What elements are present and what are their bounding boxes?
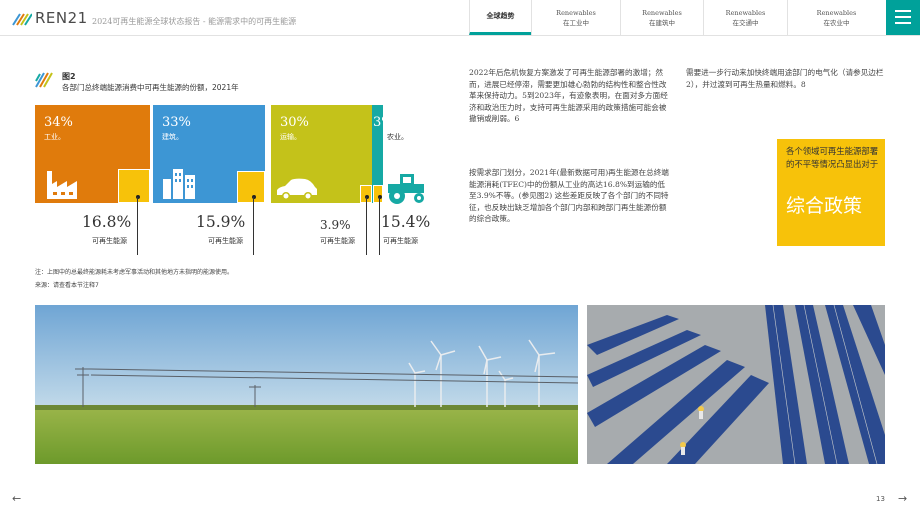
- previous-page-arrow-icon[interactable]: ←: [12, 492, 21, 505]
- figure-note: 注：上图中的总最终能源耗未考虑军事活动和其他地方未指明的能源使用。: [35, 269, 234, 276]
- renewable-share-value: 15.9%: [196, 213, 246, 231]
- callout-box: 各个领域可再生能源部署的不平等情况凸显出对于 综合政策: [777, 139, 885, 246]
- tab-label: Renewables: [725, 8, 766, 17]
- tab-label: Renewables: [642, 8, 682, 17]
- menu-button[interactable]: [886, 0, 920, 35]
- renewable-share-value: 16.8%: [82, 213, 132, 231]
- tab-sublabel: 在建筑中: [649, 18, 675, 27]
- renewable-share-bar: [118, 169, 150, 203]
- tab-agriculture[interactable]: Renewables 在农业中: [787, 0, 885, 35]
- tab-transport[interactable]: Renewables 在交通中: [703, 0, 787, 35]
- tab-label: Renewables: [556, 8, 596, 17]
- ren21-logo-icon: [12, 13, 32, 26]
- wind-farm-photo: [35, 305, 578, 464]
- figure-label: 图2: [62, 72, 76, 81]
- factory-icon: [47, 171, 77, 199]
- bar-category-label: 建筑。: [162, 133, 183, 141]
- bar-transport: 30% 运输。: [271, 105, 372, 203]
- figure-icon: [35, 72, 53, 88]
- car-icon: [277, 178, 317, 200]
- tab-label: Renewables: [816, 8, 857, 17]
- renewable-share-label: 可再生能源: [92, 237, 127, 245]
- leader-line: [253, 197, 254, 255]
- solar-roof-photo: [587, 305, 885, 464]
- tab-label: 全球趋势: [486, 12, 515, 20]
- body-paragraph: 2022年后危机恢复方案激发了可再生能源部署的激增；然而，进展已经停滞，需要更加…: [469, 68, 668, 123]
- callout-heading: 综合政策: [786, 195, 863, 217]
- bar-category-label: 工业。: [44, 133, 65, 141]
- tab-sublabel: 在交通中: [732, 18, 759, 27]
- page-number: 13: [876, 495, 885, 503]
- menu-icon: [895, 16, 911, 18]
- callout-text: 各个领域可再生能源部署的不平等情况凸显出对于: [786, 146, 879, 169]
- bar-category-label: 运输。: [280, 133, 301, 141]
- figure-source[interactable]: 来源：请查看本节注释7: [35, 280, 99, 289]
- body-paragraph: 按需求部门划分，2021年(最新数据可用)再生能源在总终端能源消耗(TFEC)中…: [469, 168, 669, 223]
- buildings-icon: [163, 169, 195, 199]
- tab-sublabel: 在农业中: [823, 18, 850, 27]
- bar-value-label: 30%: [280, 115, 309, 130]
- renewable-share-label: 可再生能源: [383, 237, 418, 245]
- renewable-share-label: 可再生能源: [208, 237, 243, 245]
- page-header: REN21 2024可再生能源全球状态报告 - 能源需求中的可再生能源 全球趋势…: [0, 0, 920, 36]
- leader-line: [137, 197, 138, 255]
- figure-caption: 各部门总终端能源消费中可再生能源的份额，2021年: [62, 83, 239, 92]
- logo-text[interactable]: REN21: [35, 9, 88, 27]
- renewable-share-value: 15.4%: [381, 213, 431, 231]
- renewable-share-bar: [237, 171, 265, 203]
- body-paragraph: 需要进一步行动来加快终端用途部门的电气化（请参见边栏2），并过渡到可再生热量和燃…: [686, 68, 884, 89]
- bar-value-label: 34%: [44, 115, 73, 130]
- tab-global-trends[interactable]: 全球趋势: [469, 0, 531, 35]
- tab-buildings[interactable]: Renewables 在建筑中: [620, 0, 703, 35]
- bar-category-label: 农业。: [387, 133, 408, 141]
- section-nav: 全球趋势 Renewables 在工业中 Renewables 在建筑中 Ren…: [469, 0, 885, 35]
- bar-value-label: 33%: [162, 115, 191, 130]
- tab-industry[interactable]: Renewables 在工业中: [531, 0, 620, 35]
- menu-icon: [895, 22, 911, 24]
- renewable-share-label: 可再生能源: [320, 237, 355, 245]
- menu-icon: [895, 10, 911, 12]
- leader-line: [379, 197, 380, 255]
- next-page-arrow-icon[interactable]: →: [898, 492, 907, 505]
- leader-line: [366, 197, 367, 255]
- renewable-share-bar: [373, 185, 383, 203]
- report-title: 2024可再生能源全球状态报告 - 能源需求中的可再生能源: [92, 17, 297, 26]
- bar-value-label: 3%: [373, 115, 394, 130]
- tractor-icon: [388, 174, 424, 204]
- tab-sublabel: 在工业中: [563, 18, 589, 27]
- renewable-share-value: 3.9%: [320, 218, 351, 232]
